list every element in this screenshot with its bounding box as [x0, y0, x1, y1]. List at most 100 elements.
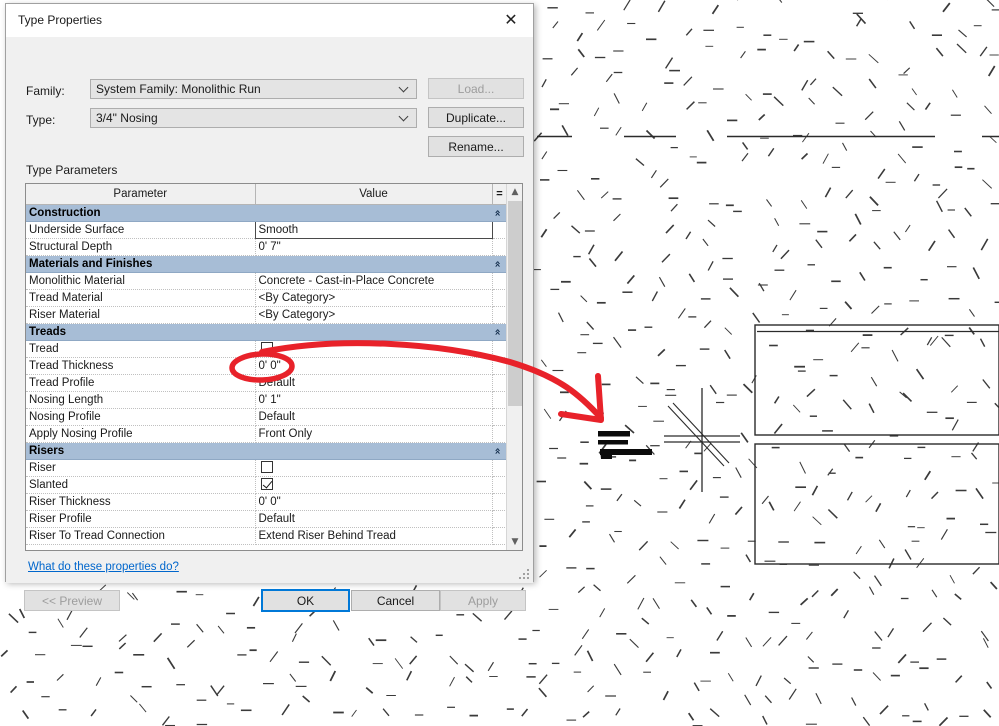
param-equals-cell[interactable] [492, 289, 507, 307]
param-equals-cell[interactable] [492, 408, 507, 426]
table-header-row: Parameter Value = [26, 184, 508, 205]
param-name: Tread Material [26, 289, 256, 307]
param-row[interactable]: Monolithic Material Concrete - Cast-in-Pl… [26, 272, 507, 290]
param-name: Underside Surface [26, 221, 256, 239]
param-equals-cell[interactable] [492, 221, 507, 239]
param-group-row[interactable]: Construction « [26, 204, 507, 222]
param-equals-cell[interactable] [492, 459, 507, 477]
apply-button[interactable]: Apply [440, 590, 526, 611]
param-row[interactable]: Riser [26, 459, 507, 477]
param-equals-cell[interactable] [492, 391, 507, 409]
param-group-label: Materials and Finishes « [26, 255, 507, 273]
cancel-button[interactable]: Cancel [351, 590, 440, 611]
param-row[interactable]: Tread Thickness 0' 0" [26, 357, 507, 375]
param-row[interactable]: Tread Material <By Category> [26, 289, 507, 307]
param-row[interactable]: Riser To Tread Connection Extend Riser Be… [26, 527, 507, 545]
param-value[interactable]: Default [255, 374, 493, 392]
column-header-parameter[interactable]: Parameter [26, 184, 256, 205]
param-equals-cell[interactable] [492, 527, 507, 545]
param-checkbox-cell[interactable] [255, 476, 493, 494]
param-equals-cell[interactable] [492, 493, 507, 511]
param-equals-cell[interactable] [492, 374, 507, 392]
chevron-up-icon[interactable]: ▲ [507, 184, 522, 200]
param-equals-cell[interactable] [492, 306, 507, 324]
param-value[interactable]: Default [255, 408, 493, 426]
param-equals-cell[interactable] [492, 476, 507, 494]
param-value[interactable]: 0' 7" [255, 238, 493, 256]
rename-button[interactable]: Rename... [428, 136, 524, 157]
param-row[interactable]: Nosing Length 0' 1" [26, 391, 507, 409]
param-value[interactable]: 0' 0" [255, 357, 493, 375]
chevron-collapse-icon[interactable]: « [490, 209, 504, 216]
checkbox-checked[interactable] [260, 478, 273, 490]
preview-button[interactable]: << Preview [24, 590, 120, 611]
param-equals-cell[interactable] [492, 510, 507, 528]
param-value[interactable]: <By Category> [255, 289, 493, 307]
param-name: Apply Nosing Profile [26, 425, 256, 443]
dialog-titlebar[interactable]: Type Properties ✕ [6, 4, 533, 37]
type-value: 3/4" Nosing [96, 111, 158, 125]
param-name: Tread Profile [26, 374, 256, 392]
param-row[interactable]: Apply Nosing Profile Front Only [26, 425, 507, 443]
param-equals-cell[interactable] [492, 238, 507, 256]
param-row[interactable]: Riser Material <By Category> [26, 306, 507, 324]
param-group-label: Treads « [26, 323, 507, 341]
param-name: Tread Thickness [26, 357, 256, 375]
family-label: Family: [26, 84, 65, 98]
param-name: Monolithic Material [26, 272, 256, 290]
param-row[interactable]: Structural Depth 0' 7" [26, 238, 507, 256]
param-row[interactable]: Tread [26, 340, 507, 358]
ok-button[interactable]: OK [261, 589, 350, 612]
param-equals-cell[interactable] [492, 425, 507, 443]
close-icon[interactable]: ✕ [489, 4, 533, 35]
param-row[interactable]: Tread Profile Default [26, 374, 507, 392]
param-value[interactable]: Default [255, 510, 493, 528]
param-value[interactable]: Smooth [254, 220, 493, 239]
load-button[interactable]: Load... [428, 78, 524, 99]
param-equals-cell[interactable] [492, 272, 507, 290]
chevron-collapse-icon[interactable]: « [490, 447, 504, 454]
scrollbar-thumb[interactable] [508, 201, 522, 406]
table-body: Construction «Underside Surface Smooth Str… [26, 204, 507, 545]
type-combobox[interactable]: 3/4" Nosing [90, 108, 417, 128]
param-group-label: Risers « [26, 442, 507, 460]
type-parameters-table-container[interactable]: Parameter Value = Construction «Underside… [25, 183, 523, 551]
type-properties-dialog[interactable]: Type Properties ✕ Family: System Family:… [5, 3, 534, 612]
dialog-body: Family: System Family: Monolithic Run Ty… [6, 37, 533, 612]
param-value[interactable]: Extend Riser Behind Tread [255, 527, 493, 545]
family-combobox[interactable]: System Family: Monolithic Run [90, 79, 417, 99]
chevron-collapse-icon[interactable]: « [490, 328, 504, 335]
param-value[interactable]: Front Only [255, 425, 493, 443]
chevron-down-icon[interactable]: ▼ [507, 534, 522, 550]
param-value[interactable]: Concrete - Cast-in-Place Concrete [255, 272, 493, 290]
column-header-value[interactable]: Value [255, 184, 493, 205]
type-label: Type: [26, 113, 56, 127]
param-row[interactable]: Nosing Profile Default [26, 408, 507, 426]
param-name: Nosing Profile [26, 408, 256, 426]
param-group-row[interactable]: Treads « [26, 323, 507, 341]
duplicate-button[interactable]: Duplicate... [428, 107, 524, 128]
param-row[interactable]: Riser Thickness 0' 0" [26, 493, 507, 511]
help-link[interactable]: What do these properties do? [28, 561, 179, 573]
param-value[interactable]: 0' 1" [255, 391, 493, 409]
param-group-row[interactable]: Materials and Finishes « [26, 255, 507, 273]
param-row[interactable]: Underside Surface Smooth [26, 220, 507, 239]
param-name: Structural Depth [26, 238, 256, 256]
type-parameters-table: Parameter Value = Construction «Underside… [26, 184, 508, 545]
param-value[interactable]: <By Category> [255, 306, 493, 324]
param-name: Tread [26, 340, 256, 358]
checkbox-unchecked[interactable] [260, 461, 273, 473]
table-scrollbar[interactable]: ▲ ▼ [506, 184, 522, 550]
chevron-collapse-icon[interactable]: « [490, 260, 504, 267]
param-equals-cell[interactable] [492, 340, 507, 358]
param-group-row[interactable]: Risers « [26, 442, 507, 460]
checkbox-unchecked[interactable] [260, 342, 273, 354]
column-header-equals[interactable]: = [492, 184, 508, 205]
param-row[interactable]: Slanted [26, 476, 507, 494]
param-checkbox-cell[interactable] [255, 459, 493, 477]
resize-grip[interactable] [519, 569, 530, 580]
param-checkbox-cell[interactable] [255, 340, 493, 358]
param-value[interactable]: 0' 0" [255, 493, 493, 511]
param-row[interactable]: Riser Profile Default [26, 510, 507, 528]
param-equals-cell[interactable] [492, 357, 507, 375]
